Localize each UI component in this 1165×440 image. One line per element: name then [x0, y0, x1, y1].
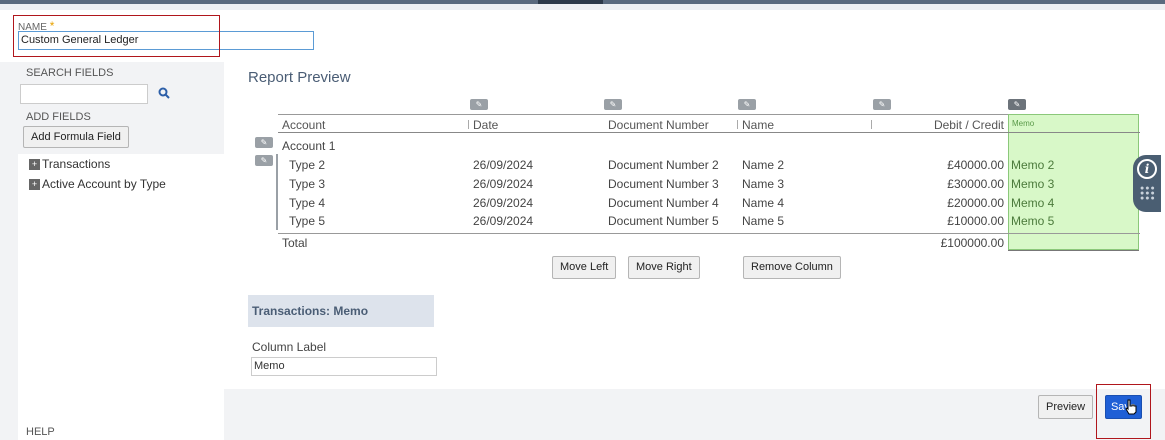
- remove-column-button[interactable]: Remove Column: [743, 256, 841, 279]
- column-header-account[interactable]: Account: [282, 118, 325, 132]
- cell-date: 26/09/2024: [473, 158, 534, 172]
- cell-memo: Memo 5: [1011, 214, 1055, 228]
- cell-amount: £30000.00: [947, 177, 1004, 191]
- cell-date: 26/09/2024: [473, 177, 534, 191]
- preview-button[interactable]: Preview: [1038, 395, 1094, 419]
- search-fields-label: SEARCH FIELDS: [26, 67, 114, 79]
- cell-date: 26/09/2024: [473, 214, 534, 228]
- total-label: Total: [282, 236, 308, 250]
- column-label-input[interactable]: Memo: [251, 357, 437, 376]
- report-preview-title: Report Preview: [248, 69, 351, 86]
- cell-account: Type 2: [289, 158, 326, 172]
- cell-amount: £40000.00: [947, 158, 1004, 172]
- column-separator: [468, 120, 469, 129]
- cell-account: Type 5: [289, 214, 326, 228]
- hand-cursor-icon: [1125, 399, 1137, 415]
- cell-document-number: Document Number 3: [608, 177, 719, 191]
- edit-column-memo-icon[interactable]: ✎: [1008, 99, 1026, 110]
- cell-date: 26/09/2024: [473, 196, 534, 210]
- total-line: [278, 233, 1140, 234]
- cell-memo: Memo 2: [1011, 158, 1055, 172]
- move-right-button[interactable]: Move Right: [628, 256, 700, 279]
- tree-item-transactions[interactable]: + Transactions: [29, 157, 110, 171]
- drag-handle-icon[interactable]: ●●● ●●● ●●●: [1140, 185, 1155, 202]
- name-highlight-box: [13, 15, 220, 57]
- cell-account: Type 3: [289, 177, 326, 191]
- field-details-header: Transactions: Memo: [248, 295, 434, 327]
- column-separator: [871, 120, 872, 129]
- cell-name: Name 3: [742, 177, 785, 191]
- column-separator: [737, 120, 738, 129]
- tree-item-label: Transactions: [42, 157, 111, 171]
- move-left-button[interactable]: Move Left: [552, 256, 617, 279]
- column-label-caption: Column Label: [252, 340, 327, 354]
- help-label: HELP: [26, 426, 55, 438]
- cell-amount: £20000.00: [947, 196, 1004, 210]
- info-icon[interactable]: i: [1137, 159, 1157, 179]
- total-amount: £100000.00: [940, 236, 1004, 250]
- total-bottom-line: [1008, 250, 1139, 251]
- cell-name: Name 4: [742, 196, 785, 210]
- plus-box-icon: +: [29, 179, 40, 191]
- cell-name: Name 2: [742, 158, 785, 172]
- column-header-date[interactable]: Date: [473, 118, 498, 132]
- add-fields-label: ADD FIELDS: [26, 111, 91, 123]
- edit-detail-row-icon[interactable]: ✎: [255, 155, 273, 166]
- edit-column-document-icon[interactable]: ✎: [604, 99, 622, 110]
- header-bottom-line: [278, 132, 1140, 133]
- edit-column-name-icon[interactable]: ✎: [738, 99, 756, 110]
- group-row-account: Account 1: [282, 139, 336, 153]
- tree-item-label: Active Account by Type: [42, 177, 166, 191]
- cell-memo: Memo 4: [1011, 196, 1055, 210]
- cell-document-number: Document Number 4: [608, 196, 719, 210]
- search-icon[interactable]: [158, 87, 170, 102]
- cell-name: Name 5: [742, 214, 785, 228]
- info-panel-toggle[interactable]: i ●●● ●●● ●●●: [1133, 155, 1161, 212]
- top-shade: [0, 4, 1165, 10]
- cell-document-number: Document Number 5: [608, 214, 719, 228]
- cell-account: Type 4: [289, 196, 326, 210]
- edit-column-amount-icon[interactable]: ✎: [873, 99, 891, 110]
- edit-group-row-icon[interactable]: ✎: [255, 137, 273, 148]
- left-gutter: [0, 62, 18, 440]
- column-header-debit-credit[interactable]: Debit / Credit: [874, 118, 1004, 132]
- header-top-line: [278, 114, 1008, 115]
- plus-box-icon: +: [29, 159, 40, 171]
- cell-memo: Memo 3: [1011, 177, 1055, 191]
- field-details-title: Transactions: Memo: [252, 304, 369, 318]
- edit-column-date-icon[interactable]: ✎: [470, 99, 488, 110]
- group-indent-line: [276, 154, 278, 230]
- search-input[interactable]: [20, 84, 148, 104]
- add-formula-field-button[interactable]: Add Formula Field: [23, 126, 129, 148]
- field-picker-panel: SEARCH FIELDS ADD FIELDS Add Formula Fie…: [18, 62, 224, 420]
- report-editor: Report Preview ✎ ✎ ✎ ✎ ✎ Memo Account Da…: [224, 62, 1165, 389]
- cell-amount: £10000.00: [947, 214, 1004, 228]
- column-header-name[interactable]: Name: [742, 118, 774, 132]
- column-header-document-number[interactable]: Document Number: [608, 118, 709, 132]
- tree-item-active-account-by-type[interactable]: + Active Account by Type: [29, 177, 166, 191]
- cell-document-number: Document Number 2: [608, 158, 719, 172]
- memo-column-header: Memo: [1012, 119, 1035, 128]
